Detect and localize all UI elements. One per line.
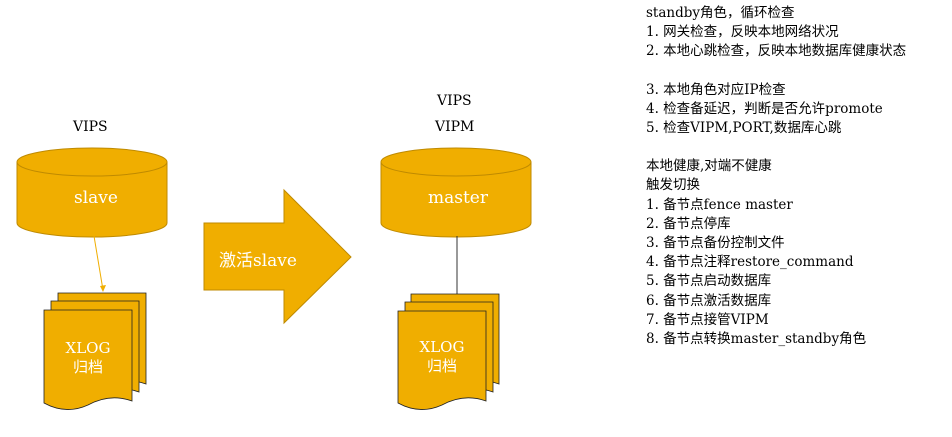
slave-to-archive-connector bbox=[93, 235, 104, 291]
check-item: 2. 本地心跳检查，反映本地数据库健康状态 bbox=[646, 43, 907, 60]
failover-step: 1. 备节点fence master bbox=[646, 196, 793, 213]
trigger-title: 本地健康,对端不健康 bbox=[646, 158, 772, 175]
failover-step: 8. 备节点转换master_standby角色 bbox=[646, 331, 867, 348]
left-vips-label: VIPS bbox=[73, 119, 108, 135]
right-vipm-label: VIPM bbox=[435, 119, 475, 135]
check-item: 5. 检查VIPM,PORT,数据库心跳 bbox=[646, 120, 842, 137]
right-archive-label: XLOG 归档 bbox=[398, 338, 486, 376]
slave-db-label: slave bbox=[74, 188, 118, 208]
right-vips-label: VIPS bbox=[437, 93, 472, 109]
right-archive-label-line1: XLOG bbox=[419, 338, 465, 356]
right-archive-label-line2: 归档 bbox=[426, 357, 457, 375]
failover-step: 5. 备节点启动数据库 bbox=[646, 273, 772, 290]
failover-step: 2. 备节点停库 bbox=[646, 215, 731, 232]
check-item: 4. 检查备延迟，判断是否允许promote bbox=[646, 100, 883, 117]
failover-step: 3. 备节点备份控制文件 bbox=[646, 235, 785, 252]
left-archive-label: XLOG 归档 bbox=[44, 339, 132, 377]
check-item: 1. 网关检查，反映本地网络状况 bbox=[646, 24, 839, 41]
trigger-subtitle: 触发切换 bbox=[646, 177, 700, 194]
failover-notes-panel: standby角色，循环检查 1. 网关检查，反映本地网络状况 2. 本地心跳检… bbox=[646, 4, 906, 349]
left-archive-label-line2: 归档 bbox=[72, 358, 103, 376]
activate-slave-label: 激活slave bbox=[219, 251, 297, 271]
check-item: 3. 本地角色对应IP检查 bbox=[646, 81, 786, 98]
failover-step: 7. 备节点接管VIPM bbox=[646, 311, 769, 328]
connector-arrowhead bbox=[100, 285, 106, 292]
role-title: standby角色，循环检查 bbox=[646, 5, 795, 21]
master-db-label: master bbox=[428, 188, 488, 208]
failover-step: 6. 备节点激活数据库 bbox=[646, 292, 772, 309]
failover-step: 4. 备节点注释restore_command bbox=[646, 254, 854, 271]
left-archive-label-line1: XLOG bbox=[65, 339, 111, 357]
